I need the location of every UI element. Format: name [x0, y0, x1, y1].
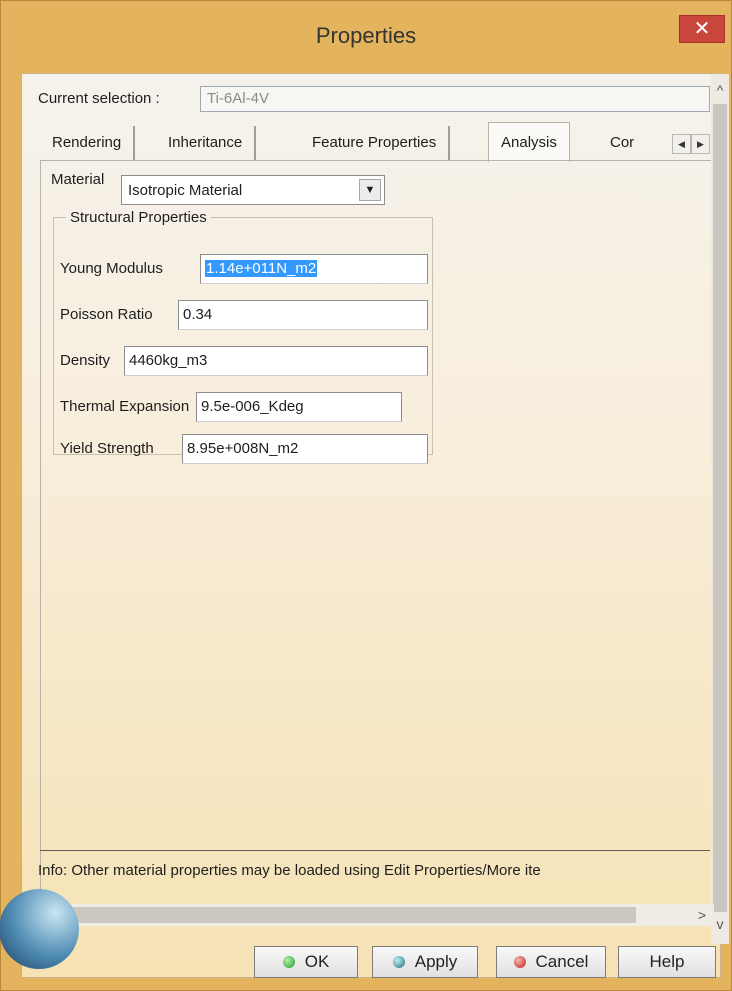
window-title: Properties — [315, 23, 417, 48]
tab-inheritance[interactable]: Inheritance — [156, 126, 257, 160]
cancel-button[interactable]: Cancel — [496, 946, 606, 978]
structural-properties-group: Structural Properties Young Modulus 1.14… — [53, 209, 433, 464]
tab-scroll-right-icon[interactable]: ▶ — [691, 134, 710, 154]
ok-button[interactable]: OK — [254, 946, 358, 978]
tab-cor[interactable]: Cor — [598, 126, 646, 160]
close-button[interactable]: ✕ — [679, 15, 725, 43]
cancel-status-icon — [513, 956, 526, 968]
current-selection-field: Ti-6Al-4V — [200, 86, 710, 112]
young-modulus-label: Young Modulus — [60, 260, 163, 277]
material-select-value: Isotropic Material — [128, 182, 243, 199]
apply-button-label: Apply — [414, 952, 458, 971]
horizontal-scrollbar[interactable]: < > — [38, 904, 714, 926]
apply-button[interactable]: Apply — [372, 946, 478, 978]
analysis-tab-panel: Material Isotropic Material ▼ Structural… — [40, 160, 711, 911]
young-modulus-input[interactable]: 1.14e+011N_m2 — [200, 254, 428, 284]
thermal-expansion-label: Thermal Expansion — [60, 398, 190, 415]
title-bar: Properties ✕ — [1, 1, 731, 73]
catia-globe-icon — [0, 889, 79, 969]
scroll-up-icon[interactable]: ^ — [711, 78, 729, 102]
dialog-button-bar: OK Apply Cancel Help — [22, 946, 722, 980]
tab-strip: Rendering Inheritance Feature Properties… — [40, 122, 710, 162]
ok-status-icon — [282, 956, 295, 968]
dialog-client-area: Current selection : Ti-6Al-4V Rendering … — [21, 73, 729, 980]
structural-properties-legend: Structural Properties — [70, 209, 207, 226]
info-divider — [40, 850, 710, 851]
young-modulus-value: 1.14e+011N_m2 — [205, 260, 318, 277]
vertical-scroll-thumb[interactable] — [713, 104, 727, 912]
tab-scroll-buttons: ◀ ▶ — [672, 134, 712, 154]
material-select[interactable]: Isotropic Material ▼ — [121, 175, 385, 205]
help-button[interactable]: Help — [618, 946, 716, 978]
poisson-ratio-input[interactable]: 0.34 — [178, 300, 428, 330]
tab-rendering[interactable]: Rendering — [40, 126, 136, 160]
vertical-scrollbar[interactable]: ^ v — [711, 74, 729, 944]
yield-strength-input[interactable]: 8.95e+008N_m2 — [182, 434, 428, 464]
properties-window: Properties ✕ Current selection : Ti-6Al-… — [0, 0, 732, 991]
poisson-ratio-label: Poisson Ratio — [60, 306, 153, 323]
thermal-expansion-input[interactable]: 9.5e-006_Kdeg — [196, 392, 402, 422]
chevron-down-icon[interactable]: ▼ — [359, 179, 381, 201]
close-icon: ✕ — [693, 18, 711, 40]
horizontal-scroll-thumb[interactable] — [64, 907, 636, 923]
density-input[interactable]: 4460kg_m3 — [124, 346, 428, 376]
density-label: Density — [60, 352, 111, 369]
apply-status-icon — [392, 956, 405, 968]
yield-strength-label: Yield Strength — [60, 440, 154, 457]
cancel-button-label: Cancel — [535, 952, 589, 971]
scroll-right-icon[interactable]: > — [698, 904, 706, 926]
tab-scroll-left-icon[interactable]: ◀ — [672, 134, 691, 154]
material-label: Material — [51, 171, 105, 188]
current-selection-label: Current selection : — [38, 90, 160, 107]
ok-button-label: OK — [304, 952, 330, 971]
tab-analysis[interactable]: Analysis — [488, 122, 570, 162]
info-text: Info: Other material properties may be l… — [38, 862, 541, 879]
tab-feature-properties[interactable]: Feature Properties — [300, 126, 451, 160]
